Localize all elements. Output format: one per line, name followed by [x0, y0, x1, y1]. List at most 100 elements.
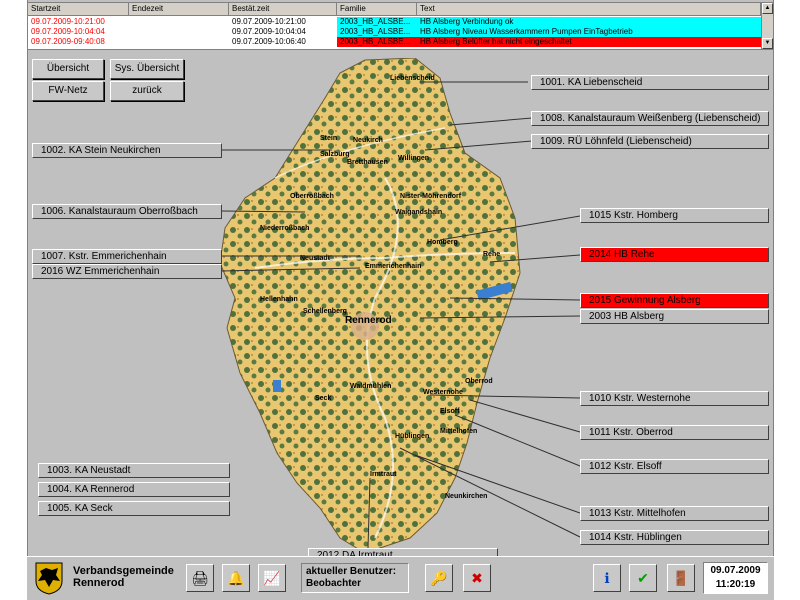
current-user: aktueller Benutzer: Beobachter [301, 563, 409, 593]
column-endezeit[interactable]: Endezeit [129, 3, 229, 16]
station-label[interactable]: 1002. KA Stein Neukirchen [32, 143, 222, 158]
alarm-list[interactable]: Startzeit Endezeit Bestät.zeit Familie T… [27, 2, 774, 50]
alarm-cell-text: HB Alsberg Verbindung ok [417, 17, 761, 27]
station-label[interactable]: 2014 HB Rehe [580, 247, 769, 262]
place-label: Homberg [427, 239, 458, 246]
place-label: Liebenscheid [390, 75, 435, 82]
region-map: Liebenscheid Stein NeukirchSalzburgBrettha… [219, 58, 521, 554]
place-label: Irmtraut [370, 471, 397, 478]
place-label: Neustadt [300, 255, 331, 262]
bell-icon: 🔔 [227, 570, 245, 586]
alarm-bell-button[interactable]: 🔔 [222, 564, 250, 592]
alarm-cell-family: 2003_HB_ALSBE... [337, 17, 417, 27]
fw-net-button[interactable]: FW-Netz [32, 81, 104, 101]
place-label: Stein [320, 135, 337, 142]
alarm-cell-family: 2003_HB_ALSBE... [337, 37, 417, 47]
place-label: Waigandshain [395, 209, 442, 216]
place-label: Mittelhofen [440, 428, 477, 435]
place-label: Bretthausen [347, 159, 388, 166]
alarm-cell-end [129, 27, 229, 37]
station-label[interactable]: 1003. KA Neustadt [38, 463, 230, 478]
alarm-cell-end [129, 37, 229, 47]
station-label[interactable]: 2015 Gewinnung Alsberg [580, 293, 769, 308]
place-label: Nister-Möhrendorf [400, 193, 462, 200]
alarm-row[interactable]: 09.07.2009-09:40:08 09.07.2009-10:06:40 20… [28, 37, 761, 47]
overview-button[interactable]: Übersicht [32, 59, 104, 79]
alarm-cell-ack: 09.07.2009-10:06:40 [232, 37, 306, 46]
acknowledge-button[interactable]: ✔ [629, 564, 657, 592]
place-label: Neunkirchen [445, 493, 487, 500]
sys-overview-button[interactable]: Sys. Übersicht [110, 59, 184, 79]
alarm-cell-text: HB Alsberg Belüfter hat nicht eingeschal… [417, 37, 761, 47]
alarm-cell-start: 09.07.2009-10:21:00 [31, 17, 105, 26]
login-button[interactable]: 🔑 [425, 564, 453, 592]
station-label[interactable]: 1010 Kstr. Westernohe [580, 391, 769, 406]
place-label: Westernohe [423, 389, 463, 396]
column-startzeit[interactable]: Startzeit [28, 3, 129, 16]
coat-of-arms-icon [32, 561, 66, 595]
alarm-cell-text: HB Alsberg Niveau Wasserkammern Pumpen E… [417, 27, 761, 37]
column-familie[interactable]: Familie [337, 3, 417, 16]
column-bestaetzeit[interactable]: Bestät.zeit [229, 3, 337, 16]
organization-name: Verbandsgemeinde Rennerod [73, 565, 174, 589]
scroll-up-icon[interactable]: ▲ [762, 3, 773, 14]
place-label: Rennerod [345, 315, 392, 326]
trend-chart-icon: 📈 [263, 570, 281, 586]
place-label: Niederroßbach [260, 225, 309, 232]
key-check-icon: 🔑 [430, 570, 448, 586]
station-label[interactable]: 1011 Kstr. Oberrod [580, 425, 769, 440]
station-label[interactable]: 1013 Kstr. Mittelhofen [580, 506, 769, 521]
place-label: Elsoff [440, 408, 460, 415]
status-bar: Verbandsgemeinde Rennerod 🖨 🔔 📈 aktuelle… [27, 556, 774, 600]
place-label: Waldmühlen [350, 383, 391, 390]
alarm-list-header: Startzeit Endezeit Bestät.zeit Familie T… [28, 3, 773, 16]
info-button[interactable]: ℹ [593, 564, 621, 592]
exit-door-icon: 🚪 [672, 570, 690, 586]
alarm-cell-start: 09.07.2009-09:40:08 [31, 37, 105, 46]
alarm-cell-start: 09.07.2009-10:04:04 [31, 27, 105, 36]
place-label: Salzburg [320, 151, 350, 158]
logout-button[interactable]: ✖ [463, 564, 491, 592]
back-button[interactable]: zurück [110, 81, 184, 101]
checkmark-icon: ✔ [637, 570, 649, 586]
map-area [219, 58, 521, 554]
station-label[interactable]: 2003 HB Alsberg [580, 309, 769, 324]
station-label[interactable]: 1006. Kanalstauraum Oberroßbach [32, 204, 222, 219]
trend-button[interactable]: 📈 [258, 564, 286, 592]
alarm-cell-ack: 09.07.2009-10:21:00 [232, 17, 306, 26]
station-label[interactable]: 1015 Kstr. Homberg [580, 208, 769, 223]
place-label: Hüblingen [395, 433, 429, 440]
key-cross-icon: ✖ [471, 570, 483, 586]
alarm-row[interactable]: 09.07.2009-10:21:00 09.07.2009-10:21:00 20… [28, 17, 761, 27]
place-label: Neukirch [353, 137, 383, 144]
station-label[interactable]: 1008. Kanalstauraum Weißenberg (Liebensc… [531, 111, 769, 126]
station-label[interactable]: 1014 Kstr. Hüblingen [580, 530, 769, 545]
place-label: Seck [315, 395, 331, 402]
exit-button[interactable]: 🚪 [667, 564, 695, 592]
station-label[interactable]: 1001. KA Liebenscheid [531, 75, 769, 90]
column-text[interactable]: Text [417, 3, 761, 16]
alarm-cell-end [129, 17, 229, 27]
station-label[interactable]: 1004. KA Rennerod [38, 482, 230, 497]
place-label: Oberrod [465, 378, 493, 385]
station-label[interactable]: 1005. KA Seck [38, 501, 230, 516]
place-label: Oberroßbach [290, 193, 334, 200]
alarm-scrollbar[interactable]: ▲ ▼ [761, 3, 773, 49]
scroll-down-icon[interactable]: ▼ [762, 38, 773, 49]
place-label: Hellenhahn [260, 296, 298, 303]
place-label: Emmerichenhain [365, 263, 421, 270]
place-label: Willingen [398, 155, 429, 162]
station-label[interactable]: 2016 WZ Emmerichenhain [32, 264, 222, 279]
station-label[interactable]: 1012 Kstr. Elsoff [580, 459, 769, 474]
alarm-cell-ack: 09.07.2009-10:04:04 [232, 27, 306, 36]
alarm-cell-family: 2003_HB_ALSBE... [337, 27, 417, 37]
station-label[interactable]: 1009. RÜ Löhnfeld (Liebenscheid) [531, 134, 769, 149]
alarm-row[interactable]: 09.07.2009-10:04:04 09.07.2009-10:04:04 20… [28, 27, 761, 37]
printer-icon: 🖨 [191, 570, 209, 586]
place-label: Rehe [483, 251, 500, 258]
clock-display: 09.07.2009 11:20:19 [703, 562, 768, 594]
station-label[interactable]: 1007. Kstr. Emmerichenhain [32, 249, 222, 264]
info-icon: ℹ [604, 570, 610, 586]
place-label: Schellenberg [303, 308, 347, 315]
keyboard-print-button[interactable]: 🖨 [186, 564, 214, 592]
